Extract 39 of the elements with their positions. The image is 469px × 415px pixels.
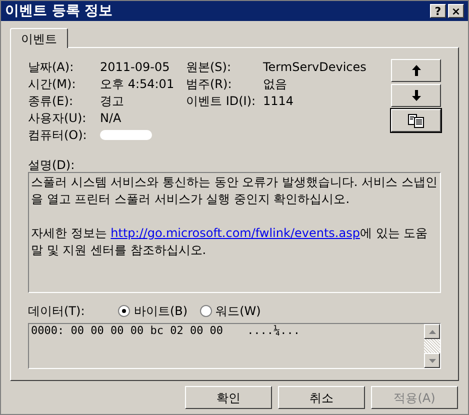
radio-option[interactable]: 워드(W) bbox=[200, 302, 261, 320]
copy-icon bbox=[408, 114, 424, 128]
field-label: 사용자(U): bbox=[28, 110, 88, 126]
field-label: 날짜(A): bbox=[28, 58, 75, 76]
field-value: 2011-09-05 bbox=[100, 58, 170, 76]
field-value: 오후 4:54:01 bbox=[100, 76, 174, 92]
window-title: 이벤트 등록 정보 bbox=[5, 4, 113, 18]
link[interactable]: http://go.microsoft.com/fwlink/events.asp bbox=[110, 226, 360, 240]
field-label: 범주(R): bbox=[186, 76, 233, 92]
field-value: 없음 bbox=[263, 76, 287, 92]
field-value: 경고 bbox=[100, 92, 124, 110]
up-arrow-icon bbox=[412, 65, 420, 76]
hex-line: 0000: 00 00 00 00 bc 02 00 00 bbox=[31, 324, 224, 338]
field-value: 1114 bbox=[263, 92, 294, 110]
close-button[interactable]: × bbox=[448, 4, 464, 18]
description-text: 스풀러 시스템 서비스와 통신하는 동안 오류가 발생했습니다. 서비스 스냅인을 열고 프린터 스풀러 서비스가 실행 중인지 확인하십시오. bbox=[31, 174, 438, 208]
tab[interactable]: 이벤트 bbox=[10, 28, 68, 48]
scroll-up-icon[interactable] bbox=[428, 330, 436, 334]
description-text: 자세한 정보는 http://go.microsoft.com/fwlink/events.asp에 있는 도움말 및 지원 센터를 참조하십시오. bbox=[31, 225, 429, 259]
down-arrow-icon bbox=[412, 90, 420, 101]
dialog-button[interactable]: 취소 bbox=[278, 386, 365, 409]
field-value: TermServDevices bbox=[263, 58, 366, 76]
previous-button[interactable] bbox=[391, 59, 441, 82]
next-button[interactable] bbox=[391, 84, 441, 107]
field-label: 이벤트 ID(I): bbox=[186, 92, 257, 110]
dialog-button[interactable]: 확인 bbox=[185, 386, 272, 409]
field-value: N/A bbox=[100, 110, 122, 126]
help-button[interactable]: ? bbox=[430, 4, 446, 18]
field-label: 원본(S): bbox=[186, 58, 232, 76]
field-label: 데이터(T): bbox=[28, 303, 86, 320]
ascii-text: ....¼... bbox=[247, 324, 300, 338]
radio-option[interactable]: 바이트(B) bbox=[118, 302, 188, 320]
field-label: 컴퓨터(O): bbox=[28, 126, 88, 144]
field-label: 설명(D): bbox=[28, 157, 75, 172]
scrollbar[interactable] bbox=[424, 324, 440, 368]
field-label: 시간(M): bbox=[28, 76, 77, 92]
scroll-down-icon[interactable] bbox=[428, 358, 436, 362]
field-label: 종류(E): bbox=[28, 92, 74, 110]
copy-button[interactable] bbox=[391, 109, 441, 132]
